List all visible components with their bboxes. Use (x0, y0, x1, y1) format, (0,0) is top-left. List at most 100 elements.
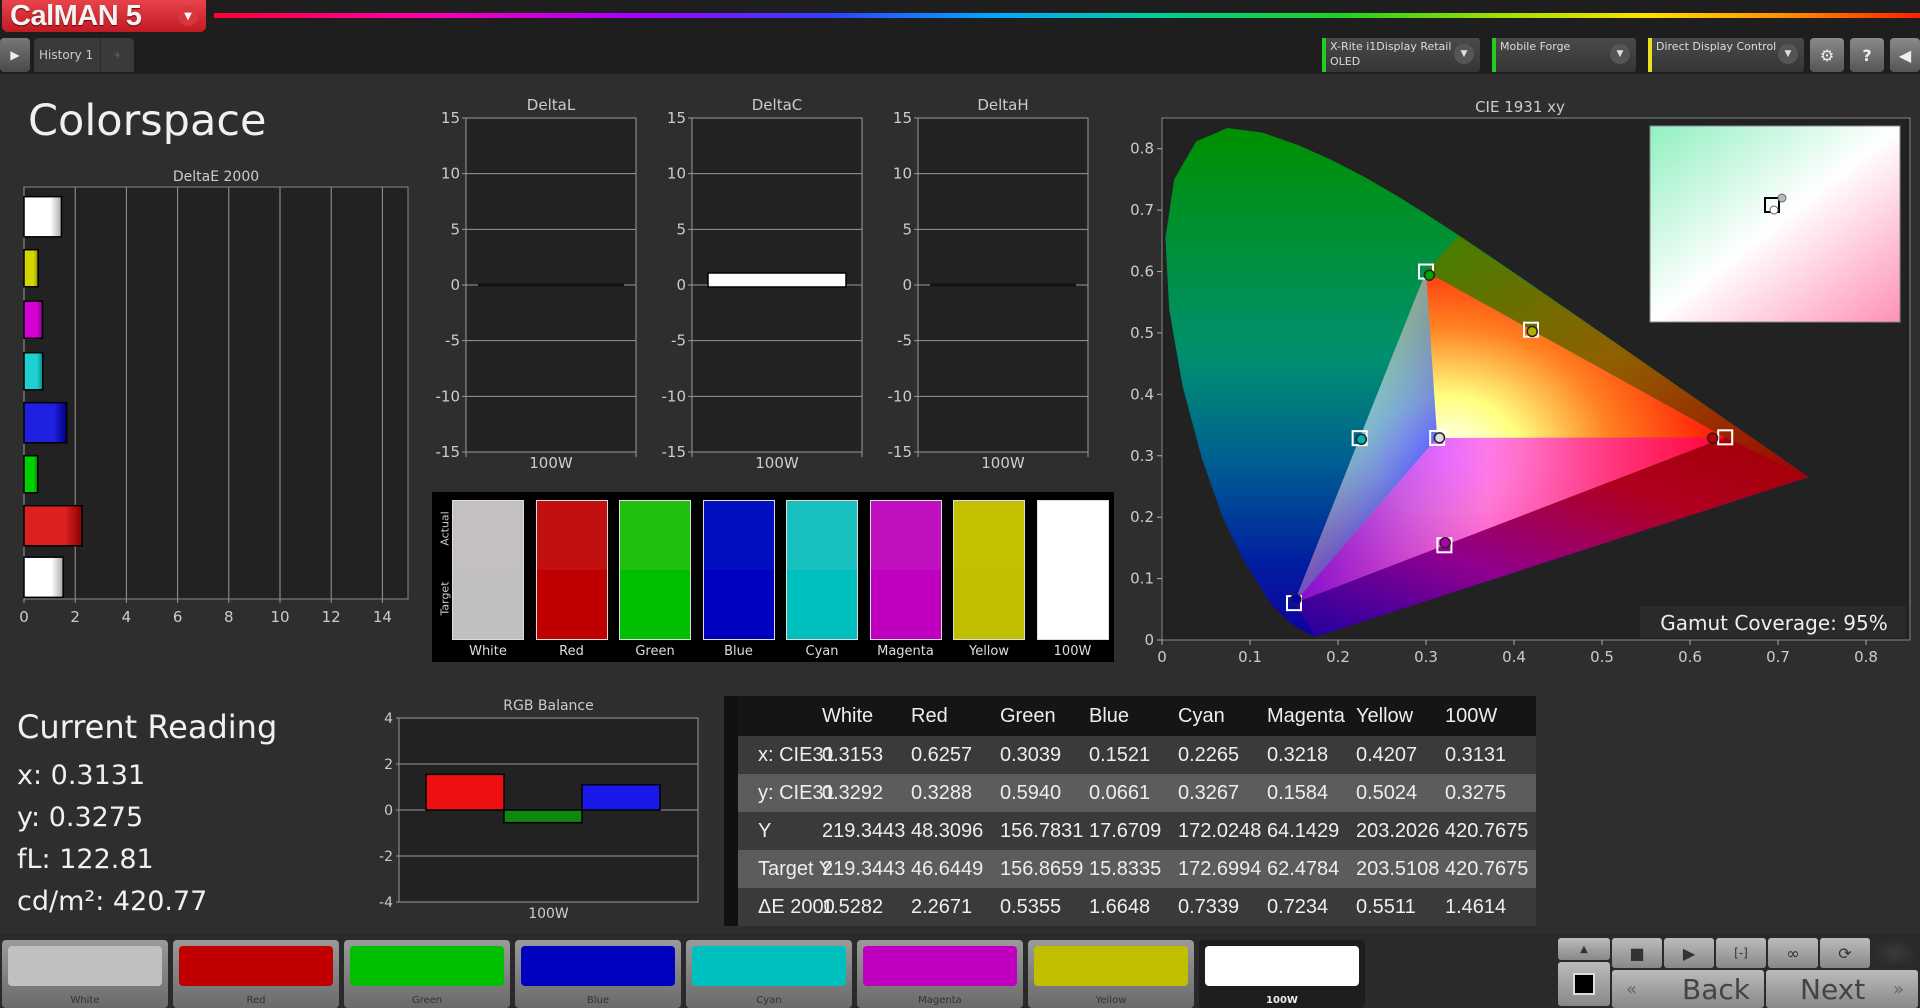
status-light (1872, 938, 1918, 968)
patch-button-green[interactable]: Green (344, 940, 510, 1008)
y-tick-label: -10 (436, 387, 461, 405)
help-icon: ? (1862, 45, 1872, 65)
status-indicator (1322, 38, 1326, 72)
pattern-window-button[interactable] (1558, 962, 1610, 1006)
table-cell: 156.7831 (1000, 819, 1084, 842)
table-cell: 0.4207 (1356, 743, 1418, 766)
reading-fl: fL: 122.81 (17, 844, 154, 875)
patch-button-magenta[interactable]: Magenta (857, 940, 1023, 1008)
actual-color (620, 501, 690, 570)
tab-history-1[interactable]: History 1 + (34, 38, 134, 72)
patch-color (350, 946, 504, 986)
table-cell: 2.2671 (911, 895, 973, 918)
table-cell: 0.5024 (1356, 781, 1418, 804)
progress-rainbow-bar (214, 13, 1920, 18)
triangle-up-icon: ▲ (1580, 943, 1588, 955)
patch-button-blue[interactable]: Blue (515, 940, 681, 1008)
table-cell: 420.7675 (1445, 819, 1529, 842)
meter-device-selector[interactable]: X-Rite i1Display Retail OLED ▼ (1322, 38, 1480, 72)
y-tick-label: -2 (379, 849, 393, 865)
pattern-source-selector[interactable]: Mobile Forge ▼ (1492, 38, 1636, 72)
swatch-magenta (869, 500, 942, 640)
table-row: Target Y 219.3443 46.6449 156.8659 15.8335 17… (738, 850, 1536, 888)
measured-point-yellow (1526, 325, 1538, 338)
app-menu-button[interactable]: CalMAN 5 ▼ (2, 0, 206, 32)
status-indicator (1648, 38, 1652, 72)
table-cell: 0.3131 (1445, 743, 1507, 766)
play-icon: ▶ (1682, 943, 1696, 963)
up-button[interactable]: ▲ (1558, 938, 1610, 960)
stop-button[interactable]: ■ (1612, 938, 1662, 968)
collapse-button[interactable]: ◀ (1890, 38, 1920, 72)
table-cell: 0.3275 (1445, 781, 1507, 804)
column-header: White (822, 704, 874, 727)
measured-point-magenta (1439, 536, 1451, 549)
y-tick-label: 15 (667, 109, 686, 127)
table-cell: 219.3443 (822, 857, 906, 880)
patch-color (1205, 946, 1359, 986)
swatch-label: Red (559, 644, 584, 659)
deltae-bar-magenta (23, 300, 44, 340)
deltae-bar-cyan (23, 351, 44, 391)
next-button[interactable]: Next » (1766, 970, 1918, 1008)
table-cell: 0.3292 (822, 781, 884, 804)
current-reading: Current Reading x: 0.3131 y: 0.3275 fL: … (17, 708, 277, 928)
y-tick-label: 0 (384, 803, 393, 819)
measured-point-cyan (1355, 433, 1368, 446)
patch-button-yellow[interactable]: Yellow (1028, 940, 1194, 1008)
patch-button-red[interactable]: Red (173, 940, 339, 1008)
patch-label: Blue (586, 995, 610, 1006)
actual-color (703, 501, 774, 570)
table-cell: 0.7339 (1178, 895, 1240, 918)
table-row: Y 219.3443 48.3096 156.7831 17.6709 172.0248 6… (738, 812, 1536, 850)
refresh-button[interactable]: ⟳ (1820, 938, 1870, 968)
table-cell: 17.6709 (1089, 819, 1162, 842)
swatch-red (535, 500, 608, 640)
play-button[interactable]: ▶ (0, 38, 30, 72)
patch-button-cyan[interactable]: Cyan (686, 940, 852, 1008)
chevron-down-icon: ▼ (1454, 44, 1474, 64)
read-series-button[interactable]: [-] (1716, 938, 1766, 968)
actual-target-swatches: Actual Target White Red Green Blue Cyan Magenta… (432, 492, 1114, 662)
y-tick-label: 0.1 (1130, 570, 1154, 588)
table-cell: 1.6648 (1089, 895, 1151, 918)
rgb-bar-red (425, 773, 505, 811)
refresh-icon: ⟳ (1838, 943, 1852, 963)
settings-button[interactable]: ⚙ (1810, 38, 1844, 72)
y-tick-label: 5 (676, 220, 686, 238)
y-tick-label: 0.6 (1130, 263, 1154, 281)
display-control-selector[interactable]: Direct Display Control ▼ (1648, 38, 1804, 72)
results-table: White Red Green Blue Cyan Magenta Yellow 100W x:… (738, 696, 1536, 926)
table-row: ΔE 2000 1.5282 2.2671 0.5355 1.6648 0.7339 0.7… (738, 888, 1536, 926)
y-tick-label: -15 (888, 443, 913, 461)
patch-label: Red (246, 995, 266, 1006)
table-row: y: CIE31 0.3292 0.3288 0.5940 0.0661 0.3267 0.… (738, 774, 1536, 812)
add-tab-button[interactable]: + (100, 38, 134, 72)
patch-button-white[interactable]: White (2, 940, 168, 1008)
inset-measured-point (1777, 193, 1787, 203)
target-label: Target (438, 581, 452, 616)
swatch-white (452, 500, 524, 640)
y-tick-label: -5 (445, 332, 460, 350)
back-button[interactable]: « Back (1612, 970, 1764, 1008)
table-cell: 0.5355 (1000, 895, 1062, 918)
rgb-bar-blue (581, 783, 661, 811)
deltae-2000-chart: DeltaE 2000 0 2 4 6 8 10 12 14 (19, 169, 409, 626)
target-color (620, 570, 690, 639)
x-tick-label: 8 (224, 608, 234, 626)
gamut-coverage-label: Gamut Coverage: 95% (1660, 611, 1887, 635)
reading-cdm2: cd/m²: 420.77 (17, 886, 208, 917)
y-tick-label: 0 (676, 276, 686, 294)
x-tick-label: 0 (19, 608, 29, 626)
cie-1931-chart: CIE 1931 xy 0 0.1 0.2 0.3 0.4 0.5 0.6 0.7 0.8 0 0.1… (1122, 90, 1917, 675)
target-color (954, 570, 1024, 639)
play-measure-button[interactable]: ▶ (1664, 938, 1714, 968)
column-header: 100W (1445, 704, 1498, 727)
patch-label: Magenta (918, 995, 962, 1006)
help-button[interactable]: ? (1850, 38, 1884, 72)
black-square-icon (1573, 973, 1595, 995)
white-point-zoom-inset (1649, 125, 1901, 323)
patch-button-100w[interactable]: 100W (1199, 940, 1365, 1008)
deltae-bar-green (23, 454, 39, 494)
continuous-button[interactable]: ∞ (1768, 938, 1818, 968)
